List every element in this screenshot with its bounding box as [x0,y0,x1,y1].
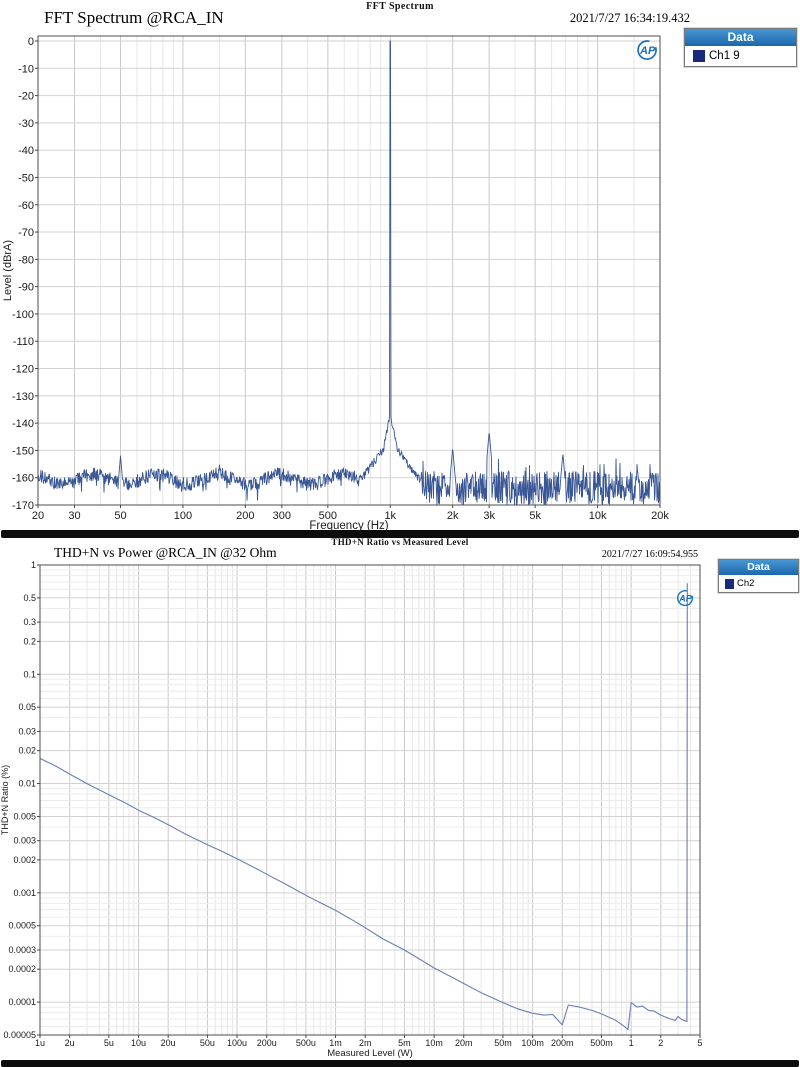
svg-text:-90: -90 [18,282,34,294]
fft-legend-item[interactable]: Ch1 9 [685,46,796,66]
svg-text:10u: 10u [131,1038,146,1048]
svg-text:-110: -110 [13,336,34,348]
series-color-swatch [693,50,705,62]
svg-text:5m: 5m [398,1038,411,1048]
svg-text:0.03: 0.03 [18,726,36,736]
svg-text:-100: -100 [12,309,34,321]
svg-text:-50: -50 [18,172,34,184]
svg-text:0.0003: 0.0003 [8,945,36,955]
thdn-legend-box: Data Ch2 [718,559,799,593]
svg-text:500u: 500u [296,1038,316,1048]
measurement-report: 2030501002003005001k2k3k5k10k20k0-10-20-… [0,0,800,1067]
svg-text:20u: 20u [161,1038,176,1048]
svg-text:-70: -70 [18,227,34,239]
series-trace-ch2 [40,583,687,1029]
svg-text:0.05: 0.05 [18,702,36,712]
svg-text:200: 200 [236,510,254,522]
svg-text:5k: 5k [529,510,541,522]
grid-0 [35,36,660,508]
svg-text:0.0001: 0.0001 [8,997,36,1007]
svg-text:1m: 1m [329,1038,342,1048]
svg-text:-80: -80 [18,254,34,266]
svg-text:5: 5 [697,1038,702,1048]
svg-text:0.00005: 0.00005 [3,1030,36,1040]
svg-text:-150: -150 [12,445,34,457]
y-axis-title: THD+N Ratio (%) [0,765,10,835]
svg-text:0.005: 0.005 [13,811,36,821]
svg-text:100u: 100u [227,1038,247,1048]
axis-labels-1: 1u 2u 5u 10u 20u 50u 100u 200u 500u 1m 2m 5m 10m 20m 5… [3,560,702,1048]
thdn-legend-header: Data [719,560,798,575]
x-axis-title: Measured Level (W) [327,1048,413,1059]
series-label: Ch1 9 [709,50,740,62]
thdn-timestamp: 2021/7/27 16:09:54.955 [602,549,698,560]
fft-chart-title: FFT Spectrum @RCA_IN [44,8,224,28]
series-label: Ch2 [737,578,754,589]
svg-text:1: 1 [629,1038,634,1048]
ap-logo-icon: AP [636,39,658,61]
svg-text:-10: -10 [18,63,34,75]
svg-text:-140: -140 [12,418,34,430]
svg-text:0.3: 0.3 [23,617,36,627]
svg-text:5u: 5u [104,1038,114,1048]
svg-text:0.003: 0.003 [13,836,36,846]
svg-text:0.1: 0.1 [23,669,36,679]
fft-legend-header: Data [685,29,796,46]
svg-text:50m: 50m [494,1038,512,1048]
svg-text:500m: 500m [590,1038,613,1048]
svg-text:300: 300 [273,510,291,522]
svg-text:0.0005: 0.0005 [8,921,36,931]
svg-text:1: 1 [31,560,36,570]
svg-text:50: 50 [114,510,126,522]
svg-text:-20: -20 [18,91,34,103]
thdn-legend-item[interactable]: Ch2 [719,575,798,592]
svg-text:50u: 50u [200,1038,215,1048]
svg-text:100: 100 [174,510,192,522]
svg-text:0: 0 [28,36,34,48]
svg-text:2m: 2m [359,1038,372,1048]
svg-text:-120: -120 [12,364,34,376]
svg-text:20m: 20m [455,1038,473,1048]
plot-border-0 [38,36,660,505]
svg-text:0.0002: 0.0002 [8,964,36,974]
svg-text:200m: 200m [551,1038,574,1048]
svg-text:0.001: 0.001 [13,888,36,898]
svg-text:0.5: 0.5 [23,593,36,603]
svg-text:0.002: 0.002 [13,855,36,865]
fft-legend-box: Data Ch1 9 [684,28,797,67]
svg-text:2k: 2k [447,510,459,522]
svg-text:2: 2 [658,1038,663,1048]
svg-text:10m: 10m [425,1038,443,1048]
svg-text:2u: 2u [65,1038,75,1048]
svg-text:-170: -170 [12,500,34,512]
svg-text:0.02: 0.02 [18,746,36,756]
grid-1 [37,565,700,1038]
series-trace-ch1-9 [38,41,660,505]
bottom-edge-bar [1,1060,799,1067]
svg-text:0.01: 0.01 [18,779,36,789]
y-axis-title: Level (dBrA) [2,240,14,301]
svg-text:AP: AP [678,593,692,603]
series-color-swatch [725,579,734,589]
svg-text:-160: -160 [12,473,34,485]
thdn-chart-title: THD+N vs Power @RCA_IN @32 Ohm [54,545,277,561]
svg-text:AP: AP [639,45,656,57]
svg-text:200u: 200u [257,1038,277,1048]
fft-timestamp: 2021/7/27 16:34:19.432 [570,11,690,26]
svg-text:0.2: 0.2 [23,636,36,646]
svg-text:-130: -130 [12,391,34,403]
svg-text:-40: -40 [18,145,34,157]
svg-text:1u: 1u [35,1038,45,1048]
svg-text:10k: 10k [589,510,607,522]
svg-text:3k: 3k [483,510,495,522]
axis-labels-0: 2030501002003005001k2k3k5k10k20k0-10-20-… [12,36,669,522]
svg-text:-30: -30 [18,118,34,130]
svg-text:100m: 100m [521,1038,544,1048]
svg-text:20k: 20k [651,510,669,522]
svg-text:30: 30 [68,510,80,522]
ap-logo-icon: AP [676,589,694,607]
svg-text:-60: -60 [18,200,34,212]
